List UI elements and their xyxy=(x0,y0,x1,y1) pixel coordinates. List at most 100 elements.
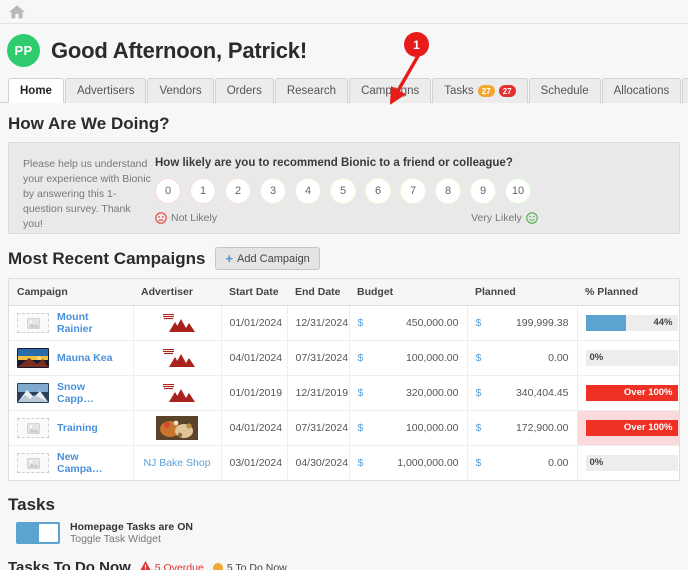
advertiser-logo-icon xyxy=(156,346,198,370)
nps-button-1[interactable]: 1 xyxy=(190,178,216,204)
currency-symbol: $ xyxy=(357,317,364,329)
pct-planned-bar: Over 100% xyxy=(585,420,678,436)
warning-icon xyxy=(140,561,151,570)
nps-button-6[interactable]: 6 xyxy=(365,178,391,204)
table-row[interactable]: Mauna Kea 04/01/2024 07/31/2024 $100,000.00… xyxy=(9,340,679,376)
tab-campaigns[interactable]: Campaigns xyxy=(349,78,432,103)
table-row[interactable]: Snow Capp… 01/01/2019 12/31/2019 $320,000.0… xyxy=(9,375,679,411)
nps-button-9[interactable]: 9 xyxy=(470,178,496,204)
nps-low-label: Not Likely xyxy=(171,212,218,224)
campaign-link[interactable]: Training xyxy=(57,422,98,434)
table-row[interactable]: New Campa… NJ Bake Shop 03/01/2024 04/30/20… xyxy=(9,445,679,481)
overdue-chip[interactable]: 5 Overdue xyxy=(140,561,204,570)
table-row[interactable]: Training 04/01/2024 07/31/2024 $100,000.00 $… xyxy=(9,410,679,446)
tab-allocations[interactable]: Allocations xyxy=(601,78,682,103)
page-root: PP Good Afternoon, Patrick! Home Adverti… xyxy=(0,0,688,570)
col-pct-planned[interactable]: % Planned xyxy=(577,279,679,306)
nps-button-2[interactable]: 2 xyxy=(225,178,251,204)
nps-low-label-group: Not Likely xyxy=(155,212,217,224)
currency-symbol: $ xyxy=(357,457,364,469)
cell-start-date: 04/01/2024 xyxy=(221,340,288,376)
home-icon[interactable] xyxy=(8,4,26,20)
tab-tasks[interactable]: Tasks 27 27 xyxy=(432,78,528,103)
tasks-todo-heading: Tasks To Do Now xyxy=(8,559,131,570)
nps-button-3[interactable]: 3 xyxy=(260,178,286,204)
cell-advertiser xyxy=(133,375,222,411)
col-budget[interactable]: Budget xyxy=(349,279,467,306)
campaigns-table: Campaign Advertiser Start Date End Date … xyxy=(9,279,679,480)
currency-symbol: $ xyxy=(475,317,482,329)
cell-end-date: 07/31/2024 xyxy=(287,410,350,446)
col-advertiser[interactable]: Advertiser xyxy=(133,279,221,306)
plus-icon: + xyxy=(225,251,234,266)
pct-planned-label: 44% xyxy=(653,317,673,328)
col-end-date[interactable]: End Date xyxy=(287,279,349,306)
cell-pct-planned: 0% xyxy=(577,340,679,376)
cell-end-date: 04/30/2024 xyxy=(287,445,350,480)
campaign-link[interactable]: Mauna Kea xyxy=(57,352,112,364)
campaigns-heading: Most Recent Campaigns xyxy=(8,248,206,268)
cell-budget: $100,000.00 xyxy=(349,410,468,446)
nps-button-4[interactable]: 4 xyxy=(295,178,321,204)
thumbnail-placeholder-icon xyxy=(17,453,49,473)
col-start-date[interactable]: Start Date xyxy=(221,279,287,306)
thumbnail-placeholder-icon xyxy=(17,418,49,438)
col-planned[interactable]: Planned xyxy=(467,279,577,306)
nps-button-10[interactable]: 10 xyxy=(505,178,531,204)
tab-advertisers[interactable]: Advertisers xyxy=(64,78,147,103)
task-widget-toggle[interactable] xyxy=(16,522,60,544)
todo-now-chip[interactable]: 5 To Do Now xyxy=(212,561,287,570)
nps-button-8[interactable]: 8 xyxy=(435,178,461,204)
table-header-row: Campaign Advertiser Start Date End Date … xyxy=(9,279,679,306)
table-row[interactable]: Mount Rainier 01/01/2024 12/31/2024 $450,00… xyxy=(9,305,679,341)
toggle-knob xyxy=(39,524,58,542)
tab-research[interactable]: Research xyxy=(274,78,349,103)
survey-body: How likely are you to recommend Bionic t… xyxy=(151,157,679,224)
pct-planned-label: Over 100% xyxy=(623,387,673,398)
cell-start-date: 03/01/2024 xyxy=(221,445,288,480)
tasks-badge-orange: 27 xyxy=(477,85,495,97)
survey-heading: How Are We Doing? xyxy=(8,114,170,133)
pct-planned-fill xyxy=(585,315,626,331)
tab-label: Vendors xyxy=(159,85,202,97)
campaign-link[interactable]: New Campa… xyxy=(57,451,125,475)
tab-performance[interactable]: Performance xyxy=(682,78,688,103)
add-campaign-button[interactable]: + Add Campaign xyxy=(215,247,320,270)
tab-orders[interactable]: Orders xyxy=(214,78,274,103)
nps-button-7[interactable]: 7 xyxy=(400,178,426,204)
tab-schedule[interactable]: Schedule xyxy=(528,78,601,103)
nps-scale: 0 1 2 3 4 5 6 7 8 9 10 xyxy=(155,178,679,204)
cell-advertiser xyxy=(133,340,222,376)
survey-blurb: Please help us understand your experienc… xyxy=(23,158,151,230)
nps-button-0[interactable]: 0 xyxy=(155,178,181,204)
cell-planned: $0.00 xyxy=(467,340,578,376)
campaigns-table-wrapper: Campaign Advertiser Start Date End Date … xyxy=(8,278,680,481)
campaign-link[interactable]: Mount Rainier xyxy=(57,311,125,335)
advertiser-link[interactable]: NJ Bake Shop xyxy=(143,457,210,469)
tab-label: Research xyxy=(286,85,337,97)
task-widget-toggle-row: Homepage Tasks are ON Toggle Task Widget xyxy=(0,521,688,545)
tab-home[interactable]: Home xyxy=(8,78,64,103)
cell-planned: $0.00 xyxy=(467,445,578,480)
nps-button-5[interactable]: 5 xyxy=(330,178,356,204)
cell-start-date: 01/01/2019 xyxy=(221,375,288,411)
cell-campaign: Mount Rainier xyxy=(9,305,134,341)
cell-start-date: 04/01/2024 xyxy=(221,410,288,446)
campaigns-table-body: Mount Rainier 01/01/2024 12/31/2024 $450,00… xyxy=(9,305,679,481)
cell-budget: $320,000.00 xyxy=(349,375,468,411)
tab-label: Tasks xyxy=(444,85,474,97)
todo-now-count: 5 To Do Now xyxy=(226,561,287,570)
tab-vendors[interactable]: Vendors xyxy=(147,78,214,103)
currency-symbol: $ xyxy=(357,387,364,399)
campaign-link[interactable]: Snow Capp… xyxy=(57,381,125,405)
currency-symbol: $ xyxy=(357,352,364,364)
advertiser-photo xyxy=(156,416,198,440)
cell-pct-planned: 0% xyxy=(577,446,679,481)
cell-end-date: 12/31/2024 xyxy=(287,305,350,341)
cell-campaign: Mauna Kea xyxy=(9,340,134,376)
cell-advertiser xyxy=(133,410,222,446)
tab-label: Home xyxy=(20,84,52,97)
col-campaign[interactable]: Campaign xyxy=(9,279,133,306)
nps-high-label: Very Likely xyxy=(471,212,522,224)
cell-advertiser xyxy=(133,305,222,341)
